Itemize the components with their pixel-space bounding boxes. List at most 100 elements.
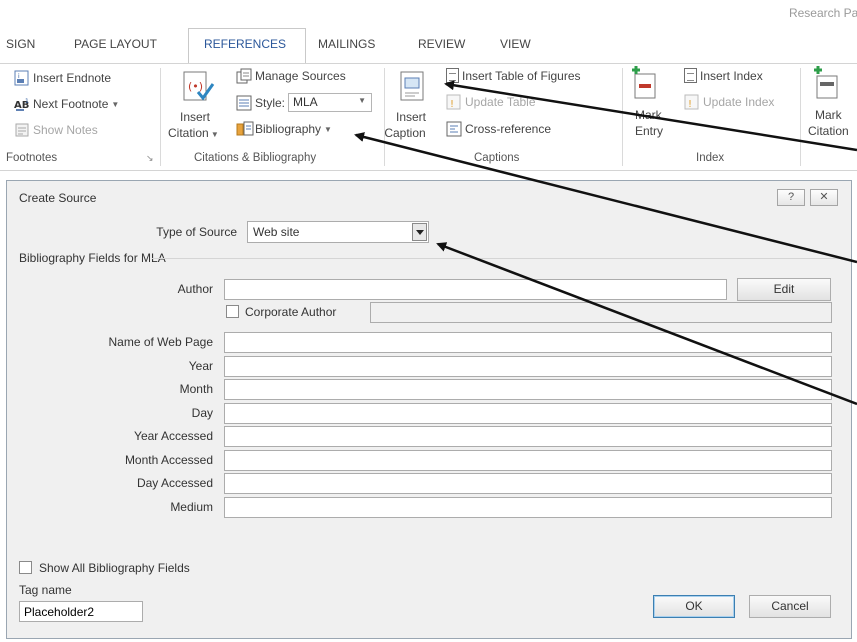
field-input-box[interactable] — [224, 450, 832, 471]
type-of-source-label: Type of Source — [156, 225, 237, 239]
index-group-label: Index — [696, 152, 725, 164]
field-input[interactable] — [225, 451, 831, 470]
cross-reference-icon — [446, 121, 462, 137]
mark-entry-button[interactable]: Mark Entry — [635, 107, 663, 139]
insert-caption-icon[interactable] — [398, 70, 428, 107]
next-footnote-icon: AB 1 — [14, 96, 30, 112]
type-of-source-select[interactable]: Web site — [247, 221, 429, 243]
create-source-dialog: Create Source ? ✕ Type of Source Web sit… — [6, 180, 852, 639]
manage-sources-button[interactable]: Manage Sources — [236, 68, 346, 84]
tab-design[interactable]: SIGN — [6, 37, 35, 51]
insert-citation-icon[interactable]: (•) — [180, 70, 216, 109]
style-select-value: MLA — [293, 95, 318, 109]
svg-text:!: ! — [450, 99, 454, 110]
ok-button[interactable]: OK — [653, 595, 735, 618]
mark-entry-label-2: Entry — [635, 124, 664, 138]
mark-citation-label-2: Citation — [808, 124, 849, 138]
field-input[interactable] — [225, 498, 831, 517]
field-input-box[interactable] — [224, 497, 832, 518]
mark-entry-icon[interactable] — [630, 66, 660, 103]
field-label: Year Accessed — [134, 429, 213, 443]
field-input[interactable] — [225, 357, 831, 376]
field-input-box[interactable] — [224, 379, 832, 400]
footnotes-dialog-launcher-icon[interactable]: ↘ — [146, 153, 154, 164]
field-input[interactable] — [225, 404, 831, 423]
field-input-box[interactable] — [224, 426, 832, 447]
show-notes-button[interactable]: Show Notes — [14, 122, 98, 138]
tag-name-field[interactable] — [19, 601, 143, 622]
tag-name-input[interactable] — [20, 602, 142, 621]
field-label: Month Accessed — [124, 453, 213, 467]
show-notes-icon — [14, 122, 30, 138]
corporate-author-field[interactable] — [370, 302, 832, 323]
insert-citation-button[interactable]: Insert — [180, 109, 210, 126]
tab-review[interactable]: REVIEW — [418, 37, 465, 51]
mark-citation-button[interactable]: Mark Citation — [808, 107, 849, 139]
update-index-button[interactable]: ! Update Index — [684, 94, 774, 110]
insert-endnote-button[interactable]: i Insert Endnote — [14, 70, 111, 86]
close-button[interactable]: ✕ — [810, 189, 838, 206]
field-label: Name of Web Page — [108, 335, 213, 349]
manage-sources-icon — [236, 68, 252, 84]
field-input-box[interactable] — [224, 473, 832, 494]
chevron-down-icon[interactable] — [412, 223, 427, 241]
bibliography-button[interactable]: Bibliography ▼ — [236, 121, 332, 137]
corporate-author-checkbox[interactable] — [226, 305, 239, 318]
show-all-fields-checkbox[interactable] — [19, 561, 32, 574]
update-index-icon: ! — [684, 94, 700, 110]
update-table-button[interactable]: ! Update Table — [446, 94, 536, 110]
cancel-button[interactable]: Cancel — [749, 595, 831, 618]
cross-reference-label: Cross-reference — [465, 122, 552, 136]
tab-page-layout[interactable]: PAGE LAYOUT — [74, 37, 157, 51]
section-divider — [152, 258, 842, 259]
insert-table-of-figures-button[interactable]: Insert Table of Figures — [446, 68, 581, 83]
style-icon — [236, 95, 252, 111]
next-footnote-dropdown-icon[interactable]: ▼ — [111, 100, 119, 109]
insert-endnote-icon: i — [14, 70, 30, 86]
insert-citation-dropdown[interactable]: Citation ▼ — [168, 126, 219, 140]
insert-index-button[interactable]: Insert Index — [684, 68, 763, 83]
field-input[interactable] — [225, 380, 831, 399]
mark-citation-icon[interactable] — [812, 66, 842, 103]
insert-index-icon — [684, 68, 697, 83]
field-input-box[interactable] — [224, 332, 832, 353]
chevron-down-icon: ▼ — [324, 124, 332, 134]
svg-text:1: 1 — [25, 98, 29, 105]
edit-author-button[interactable]: Edit — [737, 278, 831, 301]
close-icon: ✕ — [819, 191, 829, 203]
chevron-down-icon: ▼ — [358, 96, 367, 105]
field-label: Day — [191, 406, 213, 420]
help-button[interactable]: ? — [777, 189, 805, 206]
author-input[interactable] — [225, 280, 726, 299]
style-control: Style: MLA ▼ — [236, 93, 373, 112]
author-field[interactable] — [224, 279, 727, 300]
cross-reference-button[interactable]: Cross-reference — [446, 121, 551, 137]
show-notes-label: Show Notes — [33, 123, 98, 137]
insert-citation-label-2: Citation — [168, 126, 209, 140]
ribbon-separator — [622, 68, 623, 166]
next-footnote-label: Next Footnote — [33, 97, 109, 111]
field-input[interactable] — [225, 333, 831, 352]
field-label: Medium — [170, 500, 213, 514]
update-index-label: Update Index — [703, 95, 775, 109]
insert-caption-button[interactable]: Insert Caption — [384, 109, 426, 141]
tab-mailings[interactable]: MAILINGS — [318, 37, 375, 51]
field-label: Year — [188, 359, 213, 373]
show-all-fields-label: Show All Bibliography Fields — [39, 561, 190, 575]
update-table-label: Update Table — [465, 95, 536, 109]
author-label: Author — [177, 282, 213, 296]
style-select[interactable]: MLA ▼ — [288, 93, 373, 112]
captions-group-label: Captions — [474, 152, 520, 164]
tab-view[interactable]: VIEW — [500, 37, 531, 51]
ribbon-separator — [800, 68, 801, 166]
tag-name-label: Tag name — [19, 583, 72, 597]
tab-references[interactable]: REFERENCES — [204, 37, 286, 51]
field-input[interactable] — [225, 427, 831, 446]
next-footnote-button[interactable]: AB 1 Next Footnote ▼ — [14, 96, 119, 112]
field-input[interactable] — [225, 474, 831, 493]
field-input-box[interactable] — [224, 356, 832, 377]
bibliography-icon — [236, 121, 254, 137]
dialog-title: Create Source — [19, 191, 97, 205]
field-input-box[interactable] — [224, 403, 832, 424]
insert-index-label: Insert Index — [700, 68, 763, 83]
